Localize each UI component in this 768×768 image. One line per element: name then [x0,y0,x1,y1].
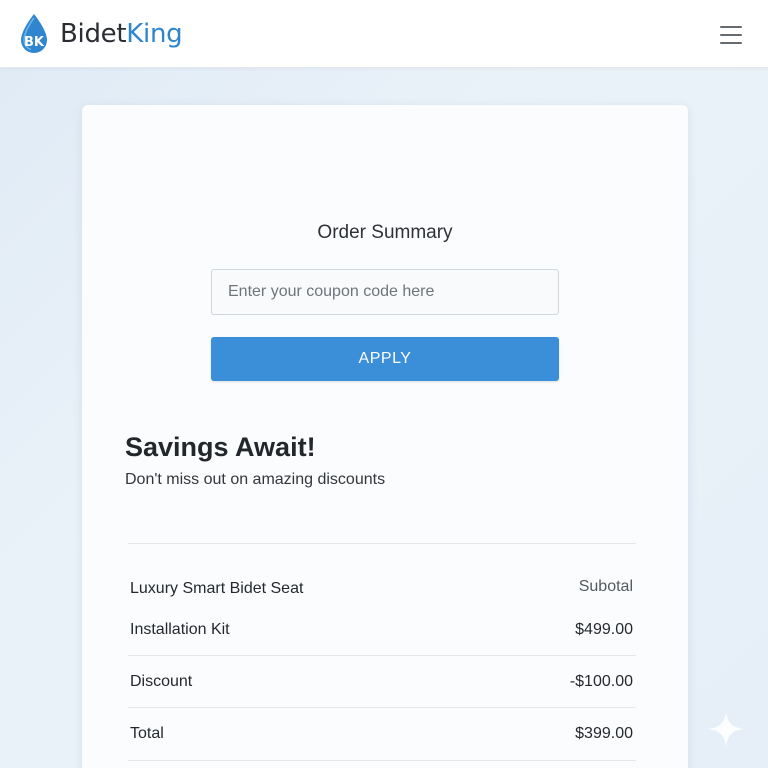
divider [128,655,636,656]
brand-name: BidetKing [60,19,183,49]
menu-line [720,42,742,44]
hamburger-menu-icon[interactable] [718,24,744,46]
promo-title: Savings Await! [125,432,316,462]
divider [128,543,636,544]
line-item-price: $499.00 [575,621,633,638]
svg-text:BK: BK [24,35,45,50]
brand-name-part2: King [126,19,183,49]
line-item-label: Luxury Smart Bidet Seat [130,580,304,597]
order-summary-title: Order Summary [317,222,453,243]
divider [128,707,636,708]
promo-subtitle: Don't miss out on amazing discounts [125,471,386,488]
total-value: $399.00 [575,725,633,742]
order-summary-card: Order Summary APPLY Savings Await! Don't… [82,105,688,768]
subtotal-header: Subotal [578,578,633,595]
coupon-code-input[interactable] [211,269,559,315]
divider [128,760,636,761]
brand-logo[interactable]: BK BidetKing [18,13,183,55]
menu-line [720,26,742,28]
apply-coupon-button[interactable]: APPLY [211,337,559,381]
top-navigation-bar: BK BidetKing [0,0,768,68]
brand-name-part1: Bidet [60,19,127,49]
total-label: Total [130,725,164,742]
line-item-label: Installation Kit [130,621,230,638]
water-drop-logo-icon: BK [21,14,47,53]
discount-value: -$100.00 [569,673,633,690]
sparkle-icon [708,711,744,747]
menu-line [720,34,742,36]
discount-label: Discount [130,673,193,690]
